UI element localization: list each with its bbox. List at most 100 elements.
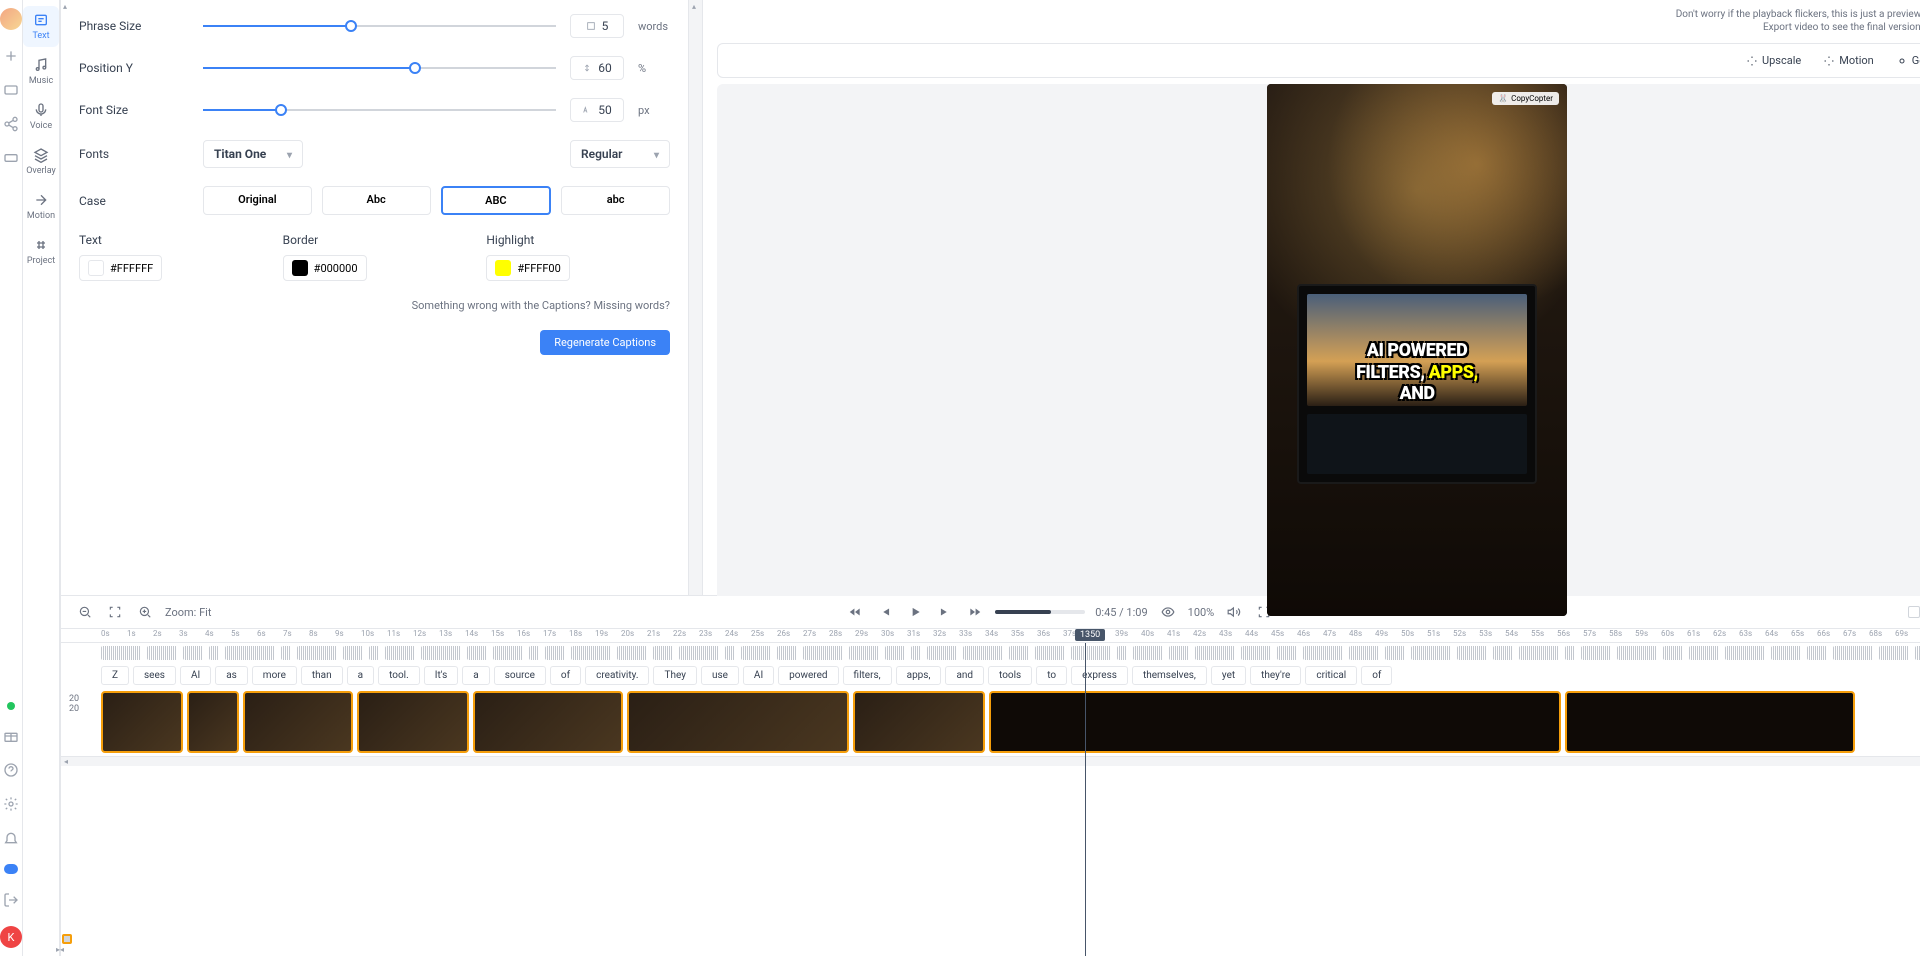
tool-overlay[interactable]: Overlay [23,141,59,182]
caption-chip[interactable]: of [550,666,581,685]
progress-bar[interactable] [995,610,1085,614]
caption-chips-row[interactable]: ZseesAIasmorethanatool.It'sasourceofcrea… [61,663,1920,688]
plus-icon[interactable] [3,48,19,64]
tool-project[interactable]: Project [23,231,59,272]
time-ruler[interactable]: 0s1s2s3s4s5s6s7s8s9s10s11s12s13s14s15s16… [61,629,1920,643]
tool-voice[interactable]: Voice [23,96,59,137]
gear-icon[interactable] [3,796,19,812]
caption-chip[interactable]: of [1361,666,1392,685]
skip-back-button[interactable] [845,602,865,622]
case-lower-button[interactable]: abc [561,186,670,215]
waveform-segment[interactable] [493,646,523,660]
thumb-scroll[interactable]: ◂ ▸ [61,756,1920,766]
waveform-segment[interactable] [1071,646,1111,660]
waveform-segment[interactable] [369,646,379,660]
waveform-segment[interactable] [101,646,141,660]
app-logo[interactable] [0,8,22,30]
caption-chip[interactable]: creativity. [585,666,649,685]
generate-button[interactable]: Generate [1888,50,1920,71]
waveform-row[interactable] [61,643,1920,663]
caption-chip[interactable]: as [215,666,248,685]
waveform-segment[interactable] [741,646,771,660]
waveform-segment[interactable] [1519,646,1559,660]
logout-icon[interactable] [3,892,19,908]
waveform-segment[interactable] [385,646,415,660]
preview-canvas[interactable]: 🐰CopyCopter AI POWERED FILTERS, APPS, AN… [717,84,1920,616]
highlight-color-picker[interactable]: #FFFF00 [486,255,569,281]
help-icon[interactable] [3,762,19,778]
waveform-segment[interactable] [1771,646,1801,660]
waveform-segment[interactable] [1493,646,1513,660]
waveform-segment[interactable] [1457,646,1487,660]
volume-button[interactable] [1224,602,1244,622]
caption-chip[interactable]: filters, [843,666,892,685]
waveform-segment[interactable] [1725,646,1765,660]
waveform-segment[interactable] [343,646,363,660]
clip-thumbnail[interactable] [357,691,469,753]
playhead[interactable] [1085,643,1086,956]
waveform-segment[interactable] [421,646,461,660]
waveform-segment[interactable] [1303,646,1343,660]
waveform-segment[interactable] [963,646,1003,660]
waveform-segment[interactable] [1385,646,1405,660]
fill-media-toggle[interactable]: Fill Media [1908,606,1920,619]
upscale-button[interactable]: Upscale [1738,50,1809,71]
tool-music[interactable]: Music [23,51,59,92]
scroll-left-icon[interactable]: ◂ [64,757,68,766]
waveform-segment[interactable] [803,646,843,660]
font-family-dropdown[interactable]: Titan One [203,140,303,168]
waveform-segment[interactable] [529,646,539,660]
clip-thumbnail[interactable] [187,691,239,753]
waveform-segment[interactable] [1663,646,1683,660]
zoom-in-button[interactable] [135,602,155,622]
waveform-segment[interactable] [1833,646,1873,660]
clip-thumbnail[interactable] [243,691,353,753]
next-frame-button[interactable] [935,602,955,622]
clip-thumbnail[interactable] [989,691,1561,753]
waveform-segment[interactable] [777,646,797,660]
waveform-segment[interactable] [617,646,647,660]
caption-chip[interactable]: powered [778,666,838,685]
clip-thumbnail[interactable] [473,691,623,753]
font-weight-dropdown[interactable]: Regular [570,140,670,168]
caption-chip[interactable]: a [347,666,374,685]
caption-chip[interactable]: than [301,666,343,685]
scroll-gutter-settings[interactable]: ▴ [689,0,703,595]
position-y-slider[interactable] [203,60,556,76]
case-abc-button[interactable]: Abc [322,186,431,215]
caption-chip[interactable]: they're [1250,666,1301,685]
position-y-value[interactable]: 60 [570,56,624,80]
waveform-segment[interactable] [571,646,611,660]
clip-thumbnail[interactable] [627,691,849,753]
caption-chip[interactable]: to [1036,666,1067,685]
skip-forward-button[interactable] [965,602,985,622]
card-icon[interactable] [3,150,19,166]
font-size-slider[interactable] [203,102,556,118]
waveform-segment[interactable] [1581,646,1611,660]
fit-button[interactable] [105,602,125,622]
zoom-out-button[interactable] [75,602,95,622]
caption-chip[interactable]: They [653,666,696,685]
bell-icon[interactable] [3,830,19,846]
waveform-segment[interactable] [225,646,275,660]
waveform-segment[interactable] [1879,646,1909,660]
scroll-up-icon[interactable]: ▴ [692,2,696,11]
text-color-picker[interactable]: #FFFFFF [79,255,162,281]
waveform-segment[interactable] [885,646,905,660]
waveform-segment[interactable] [1241,646,1271,660]
waveform-segment[interactable] [1035,646,1065,660]
border-color-picker[interactable]: #000000 [283,255,367,281]
caption-chip[interactable]: more [252,666,297,685]
caption-chip[interactable]: AI [180,666,211,685]
caption-chip[interactable]: sees [133,666,176,685]
phrase-size-slider[interactable] [203,18,556,34]
waveform-segment[interactable] [467,646,487,660]
caption-chip[interactable]: apps, [896,666,942,685]
waveform-segment[interactable] [183,646,203,660]
waveform-segment[interactable] [927,646,957,660]
caption-chip[interactable]: critical [1305,666,1357,685]
waveform-segment[interactable] [1009,646,1029,660]
waveform-segment[interactable] [281,646,291,660]
waveform-segment[interactable] [545,646,565,660]
caption-chip[interactable]: use [701,666,739,685]
